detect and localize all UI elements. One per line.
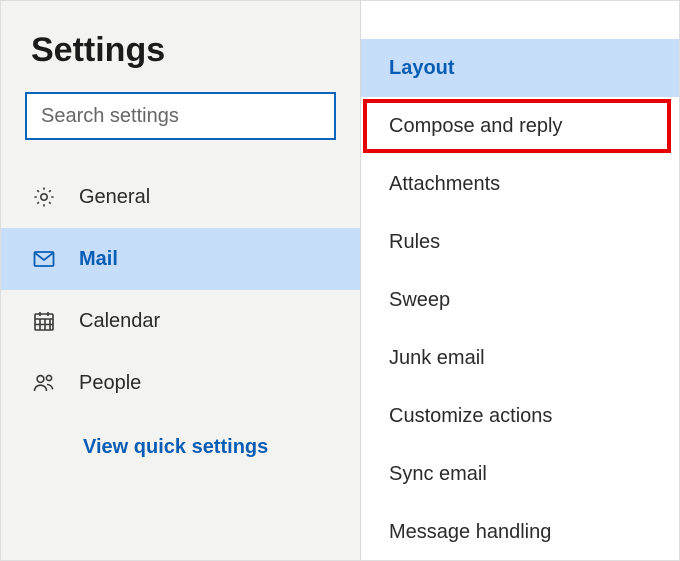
nav-item-label: Calendar xyxy=(79,310,160,333)
option-sync-email[interactable]: Sync email xyxy=(361,445,679,503)
search-input[interactable] xyxy=(25,92,336,140)
mail-icon xyxy=(31,246,57,272)
nav-item-label: People xyxy=(79,372,141,395)
option-customize-actions[interactable]: Customize actions xyxy=(361,387,679,445)
option-sweep[interactable]: Sweep xyxy=(361,271,679,329)
search-wrap xyxy=(1,92,360,160)
option-label: Attachments xyxy=(389,173,500,196)
option-label: Junk email xyxy=(389,347,485,370)
option-label: Sweep xyxy=(389,289,450,312)
option-label: Message handling xyxy=(389,521,551,544)
people-icon xyxy=(31,370,57,396)
page-title: Settings xyxy=(1,21,360,92)
option-compose-and-reply[interactable]: Compose and reply xyxy=(363,99,671,153)
option-attachments[interactable]: Attachments xyxy=(361,155,679,213)
option-label: Rules xyxy=(389,231,440,254)
settings-nav: General Mail Calendar xyxy=(1,166,360,414)
option-layout[interactable]: Layout xyxy=(361,39,679,97)
option-label: Customize actions xyxy=(389,405,552,428)
settings-sidebar: Settings General xyxy=(1,1,361,560)
nav-item-people[interactable]: People xyxy=(1,352,360,414)
nav-item-general[interactable]: General xyxy=(1,166,360,228)
gear-icon xyxy=(31,184,57,210)
nav-item-mail[interactable]: Mail xyxy=(1,228,360,290)
option-message-handling[interactable]: Message handling xyxy=(361,503,679,561)
option-rules[interactable]: Rules xyxy=(361,213,679,271)
option-label: Sync email xyxy=(389,463,487,486)
settings-options-panel: Layout Compose and reply Attachments Rul… xyxy=(361,1,679,560)
nav-item-label: Mail xyxy=(79,248,118,271)
nav-item-calendar[interactable]: Calendar xyxy=(1,290,360,352)
view-quick-settings-link[interactable]: View quick settings xyxy=(1,414,360,459)
option-junk-email[interactable]: Junk email xyxy=(361,329,679,387)
option-label: Compose and reply xyxy=(389,115,562,138)
option-label: Layout xyxy=(389,57,455,80)
nav-item-label: General xyxy=(79,186,150,209)
calendar-icon xyxy=(31,308,57,334)
